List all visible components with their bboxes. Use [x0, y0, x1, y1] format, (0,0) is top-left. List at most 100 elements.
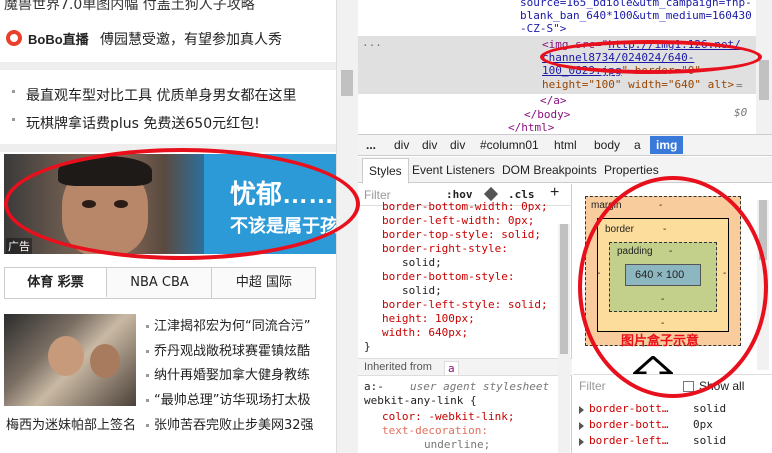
css-declaration[interactable]: width: 640px; — [382, 326, 468, 339]
border-attr: " border="0" — [621, 64, 701, 77]
node-menu-dots[interactable]: ... — [362, 36, 382, 49]
expand-arrow-icon[interactable] — [579, 438, 584, 446]
headline-1[interactable]: 江津揭祁宏为何“同流合污” — [154, 315, 310, 334]
styles-scrollbar[interactable] — [558, 224, 570, 453]
img-src-link-1[interactable]: http://img1.126.net/ — [608, 38, 740, 51]
content-size[interactable]: 640 × 100 — [635, 269, 684, 281]
img-src-line-3[interactable]: 100_0829.jpg" border="0" — [542, 64, 701, 77]
elements-scrollbar[interactable] — [756, 0, 772, 134]
tab-sports-lottery[interactable]: 体育 彩票 — [5, 268, 107, 298]
tab-styles[interactable]: Styles — [362, 158, 409, 184]
img-tag: <img src=" — [542, 38, 609, 51]
code-line: source=165_bdiole&utm_campaign=fnp- — [520, 0, 752, 9]
padding-bottom-value: - — [661, 294, 665, 305]
bobo-news-link[interactable]: 傅园慧受邀，有望参加真人秀 — [100, 29, 282, 49]
css-declaration[interactable]: border-left-width: 0px; — [382, 214, 534, 227]
img-node-open[interactable]: <img src="http://img1.126.net/ — [542, 38, 741, 51]
devtools-panel: source=165_bdiole&utm_campaign=fnp- blan… — [358, 0, 772, 453]
css-declaration[interactable]: border-right-style: — [382, 242, 508, 255]
computed-value: 0px — [693, 418, 713, 431]
promo-link-1[interactable]: 最直观车型对比工具 优质单身男女都在这里 — [26, 85, 296, 105]
headline-5[interactable]: 张帅苦吞完败止步美网32强 — [154, 414, 314, 433]
ua-selector-cont[interactable]: webkit-any-link { — [364, 394, 477, 407]
ua-declaration[interactable]: color: -webkit-link; — [382, 410, 514, 423]
inherited-label: Inherited from — [364, 361, 432, 373]
banner-ad[interactable]: 忧郁…… 不该是属于孩 广告 — [4, 154, 336, 254]
css-declaration[interactable]: border-left-style: solid; — [382, 298, 548, 311]
breadcrumb-html[interactable]: html — [554, 136, 577, 154]
css-declaration[interactable]: border-top-style: solid; — [382, 228, 541, 241]
inherited-tag-link[interactable]: a — [444, 361, 459, 376]
tab-csl-intl[interactable]: 中超 国际 — [213, 268, 315, 298]
headline-3[interactable]: 纳什再婚娶加拿大健身教练 — [154, 364, 310, 383]
border-top-value: - — [663, 224, 667, 235]
ua-declaration[interactable]: text-decoration: — [382, 424, 488, 437]
breadcrumb-body[interactable]: body — [594, 136, 620, 154]
computed-prop[interactable]: border-left… — [589, 434, 668, 447]
banner-subline: 不该是属于孩 — [230, 216, 336, 236]
news-top-line[interactable]: 魔兽世界7.0单图内幅 付盖土狗人子攻略 — [4, 0, 255, 14]
child-photo — [4, 154, 204, 254]
photo-caption[interactable]: 梅西为迷妹帕部上签名 — [6, 414, 136, 433]
css-declaration[interactable]: height: 100px; — [382, 312, 475, 325]
computed-filter-input[interactable]: Filter — [579, 379, 606, 393]
breadcrumb-img[interactable]: img — [650, 136, 684, 154]
breadcrumb-a[interactable]: a — [634, 136, 641, 154]
elements-tree: source=165_bdiole&utm_campaign=fnp- blan… — [358, 0, 772, 134]
headline-4[interactable]: “最帅总理”访华现场打太极 — [154, 389, 310, 408]
close-a-tag[interactable]: </a> — [540, 94, 567, 107]
box-model-annotation: 图片盒子示意 — [621, 333, 700, 348]
bobo-brand[interactable]: BoBo直播 — [28, 29, 89, 48]
breadcrumb-div-1[interactable]: div — [394, 136, 409, 154]
ua-selector[interactable]: a:- — [364, 380, 384, 393]
ua-stylesheet-label: user agent stylesheet — [410, 380, 550, 393]
tab-nba-cba[interactable]: NBA CBA — [108, 268, 212, 298]
css-declaration[interactable]: border-bottom-style: — [382, 270, 514, 283]
computed-prop[interactable]: border-bott… — [589, 402, 668, 415]
breadcrumb-div-2[interactable]: div — [422, 136, 437, 154]
sports-tabs: 体育 彩票 NBA CBA 中超 国际 — [4, 267, 316, 299]
img-attrs-line[interactable]: height="100" width="640" alt> — [542, 78, 734, 91]
breadcrumb-more[interactable]: ... — [366, 136, 376, 154]
show-all-label[interactable]: Show all — [699, 379, 744, 393]
css-declaration[interactable]: border-bottom-width: 0px; — [382, 200, 548, 213]
breadcrumb-div-3[interactable]: div — [450, 136, 465, 154]
headline-2[interactable]: 乔丹观战敞税球赛霍镇炫酷 — [154, 340, 310, 359]
img-src-link-3[interactable]: 100_0829.jpg — [542, 64, 621, 77]
alt-attr: alt> — [707, 78, 735, 91]
tab-dom-breakpoints[interactable]: DOM Breakpoints — [502, 158, 597, 182]
code-line: -CZ-S"> — [520, 22, 567, 35]
box-scrollbar[interactable] — [757, 200, 769, 370]
promo-link-2[interactable]: 玩棋牌拿话费plus 免费送650元红包! — [26, 113, 260, 133]
news-photo[interactable] — [4, 314, 136, 406]
computed-pane: Filter Show all border-bott… solid borde… — [573, 374, 772, 453]
scrollbar-thumb[interactable] — [560, 224, 568, 354]
padding-top-value: - — [669, 246, 673, 257]
computed-value: solid — [693, 434, 727, 447]
scrollbar-thumb[interactable] — [341, 70, 353, 96]
close-body-tag[interactable]: </body> — [524, 108, 570, 121]
web-page: 魔兽世界7.0单图内幅 付盖土狗人子攻略 BoBo直播 傅园慧受邀，有望参加真人… — [0, 0, 336, 453]
expand-arrow-icon[interactable] — [579, 422, 584, 430]
code-line: blank_ban_640*100&utm_medium=160430 — [520, 9, 752, 22]
ua-value[interactable]: underline; — [424, 438, 490, 451]
banner-headline: 忧郁…… — [230, 179, 335, 209]
dollar-zero: $0 — [734, 106, 748, 119]
rule-close-brace: } — [364, 340, 371, 353]
new-rule-button[interactable]: + — [550, 184, 559, 202]
css-value[interactable]: solid; — [402, 284, 442, 297]
scrollbar-thumb[interactable] — [759, 60, 769, 100]
tab-event-listeners[interactable]: Event Listeners — [412, 158, 495, 182]
padding-left-value: - — [597, 268, 601, 279]
close-html-tag[interactable]: </html> — [508, 121, 554, 134]
img-src-link-2[interactable]: channel8734/024024/640- — [542, 51, 694, 64]
expand-arrow-icon[interactable] — [579, 406, 584, 414]
show-all-checkbox[interactable] — [683, 381, 694, 392]
ad-label: 广告 — [6, 238, 32, 254]
element-state-icon[interactable] — [483, 186, 499, 202]
tab-properties[interactable]: Properties — [604, 158, 659, 182]
breadcrumb-column01[interactable]: #column01 — [480, 136, 539, 154]
css-value[interactable]: solid; — [402, 256, 442, 269]
computed-prop[interactable]: border-bott… — [589, 418, 668, 431]
page-scrollbar[interactable] — [336, 0, 358, 453]
